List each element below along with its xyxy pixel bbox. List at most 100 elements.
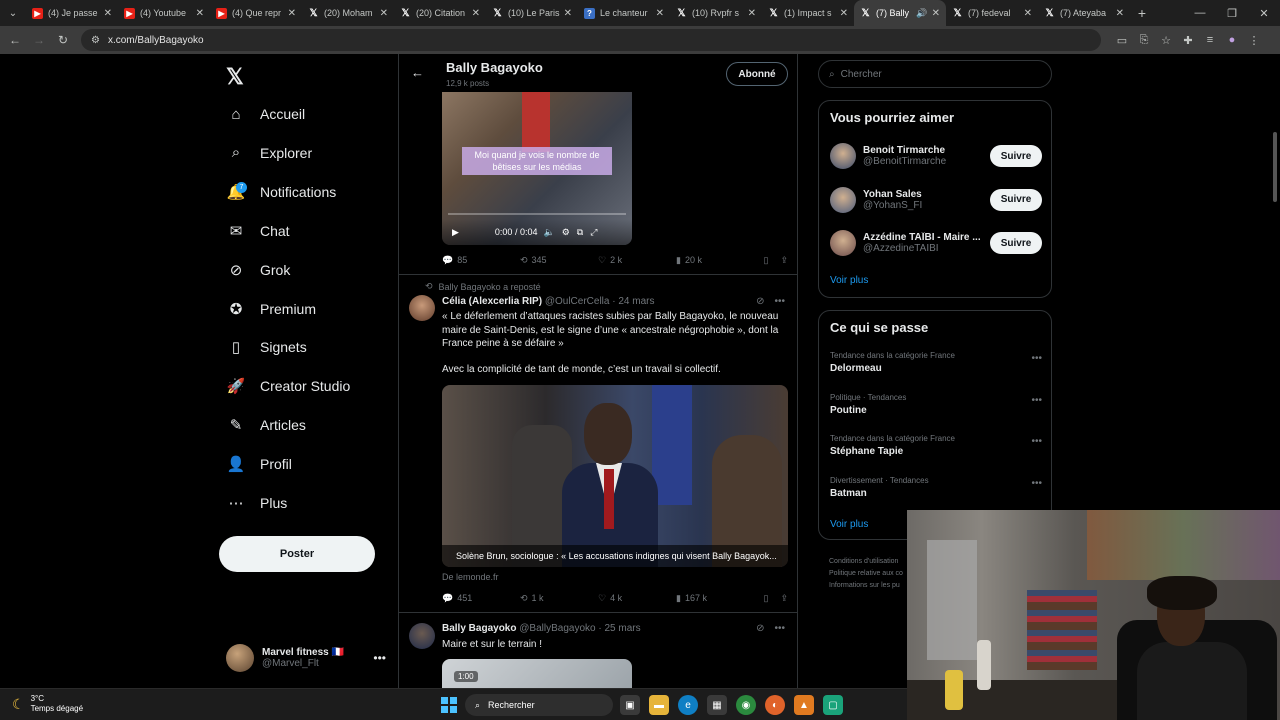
account-switcher[interactable]: Marvel fitness 🇫🇷 @Marvel_Flt ••• xyxy=(226,640,386,676)
fullscreen-icon[interactable]: ⤢ xyxy=(590,227,597,238)
browser-tab[interactable]: ▶ (4) Youtube ✕ xyxy=(118,0,210,26)
trend-item[interactable]: Tendance dans la catégorie France Delorme… xyxy=(830,351,1042,381)
more-icon[interactable]: ••• xyxy=(1031,436,1042,447)
close-tab-icon[interactable]: ✕ xyxy=(564,8,572,19)
volume-icon[interactable]: 🔈 xyxy=(543,227,554,238)
nav-item-profil[interactable]: 👤 Profil xyxy=(226,449,292,479)
trend-item[interactable]: Politique · Tendances Poutine ••• xyxy=(830,393,1042,423)
weather-widget[interactable]: ☾ 3°C Temps dégagé xyxy=(12,694,83,714)
windows-start-icon[interactable] xyxy=(441,697,457,713)
close-tab-icon[interactable]: ✕ xyxy=(472,8,480,19)
chrome-icon[interactable]: ◉ xyxy=(736,695,756,715)
close-tab-icon[interactable]: ✕ xyxy=(288,8,296,19)
close-tab-icon[interactable]: ✕ xyxy=(1116,8,1124,19)
nav-item-grok[interactable]: ⊘ Grok xyxy=(226,255,291,285)
forward-icon[interactable]: → xyxy=(27,26,51,54)
share-icon[interactable]: ⇪ xyxy=(780,255,788,266)
task-view-icon[interactable]: ▣ xyxy=(620,695,640,715)
avatar[interactable] xyxy=(409,295,435,321)
footer-link[interactable]: Politique relative aux co xyxy=(829,568,909,580)
minimize-icon[interactable]: — xyxy=(1184,0,1216,26)
file-explorer-icon[interactable]: ▬ xyxy=(649,695,669,715)
bookmark-icon[interactable]: ▯ xyxy=(764,593,769,604)
search-input[interactable]: ⌕ Chercher xyxy=(818,60,1052,88)
close-tab-icon[interactable]: ✕ xyxy=(1024,8,1032,19)
nav-item-premium[interactable]: ✪ Premium xyxy=(226,294,316,324)
nav-item-plus[interactable]: ⋯ Plus xyxy=(226,488,288,518)
tweet-date[interactable]: · 24 mars xyxy=(612,296,654,307)
footer-link[interactable]: Informations sur les pu xyxy=(829,580,909,592)
grok-icon[interactable]: ⊘ xyxy=(756,296,764,307)
nav-item-articles[interactable]: ✎ Articles xyxy=(226,410,306,440)
browser-tab[interactable]: 𝕏 (20) Citation ✕ xyxy=(394,0,486,26)
trend-item[interactable]: Tendance dans la catégorie France Stéphan… xyxy=(830,434,1042,464)
tab-audio-icon[interactable]: 🔊 xyxy=(916,8,927,19)
browser-tab[interactable]: 𝕏 (10) Rvpfr s ✕ xyxy=(670,0,762,26)
trend-item[interactable]: Divertissement · Tendances Batman ••• xyxy=(830,476,1042,506)
follow-button[interactable]: Suivre xyxy=(990,232,1042,254)
close-tab-icon[interactable]: ✕ xyxy=(196,8,204,19)
star-icon[interactable]: ☆ xyxy=(1155,34,1177,47)
close-tab-icon[interactable]: ✕ xyxy=(932,8,940,19)
browser-tab[interactable]: 𝕏 (7) Ateyaba ✕ xyxy=(1038,0,1130,26)
back-icon[interactable]: ← xyxy=(3,26,27,54)
close-tab-icon[interactable]: ✕ xyxy=(748,8,756,19)
see-more-link[interactable]: Voir plus xyxy=(830,519,868,530)
url-field[interactable]: ⚙ x.com/BallyBagayoko xyxy=(81,29,1101,51)
browser-tab[interactable]: 𝕏 (10) Le Paris ✕ xyxy=(486,0,578,26)
more-icon[interactable]: ••• xyxy=(774,623,785,634)
nav-item-chat[interactable]: ✉ Chat xyxy=(226,216,290,246)
repost-button[interactable]: ⟲ 345 xyxy=(520,255,598,266)
more-icon[interactable]: ••• xyxy=(373,651,386,665)
close-window-icon[interactable]: ✕ xyxy=(1248,0,1280,26)
author-name[interactable]: Bally Bagayoko xyxy=(442,623,516,634)
profile-icon[interactable]: ● xyxy=(1221,34,1243,47)
taskbar-search[interactable]: ⌕ Rechercher xyxy=(465,694,613,716)
more-icon[interactable]: ••• xyxy=(1031,353,1042,364)
firefox-icon[interactable]: ◐ xyxy=(765,695,785,715)
grok-icon[interactable]: ⊘ xyxy=(756,623,764,634)
see-more-link[interactable]: Voir plus xyxy=(830,275,868,286)
tab-search-icon[interactable]: ⌄ xyxy=(0,0,26,26)
footer-link[interactable]: Conditions d'utilisation xyxy=(829,556,909,568)
pip-icon[interactable]: ⧉ xyxy=(577,227,583,238)
more-icon[interactable]: ••• xyxy=(1031,478,1042,489)
follow-button[interactable]: Suivre xyxy=(990,188,1042,211)
close-tab-icon[interactable]: ✕ xyxy=(380,8,388,19)
video-progress[interactable] xyxy=(448,213,626,215)
author-handle[interactable]: @OulCerCella xyxy=(545,296,610,307)
suggestion-item[interactable]: Azzédine TAÏBI - Maire ... @AzzedineTAIBI… xyxy=(830,228,1042,258)
repost-button[interactable]: ⟲ 1 k xyxy=(520,593,598,604)
close-tab-icon[interactable]: ✕ xyxy=(840,8,848,19)
views-button[interactable]: ▮ 20 k xyxy=(676,255,754,266)
media-control-icon[interactable]: ≡ xyxy=(1199,34,1221,47)
author-name[interactable]: Célia (Alexcerlia RIP) xyxy=(442,296,542,307)
vlc-icon[interactable]: ▲ xyxy=(794,695,814,715)
reload-icon[interactable]: ↻ xyxy=(51,26,75,54)
edge-icon[interactable]: e xyxy=(678,695,698,715)
bookmark-icon[interactable]: ▯ xyxy=(764,255,769,266)
menu-icon[interactable]: ⋮ xyxy=(1243,34,1265,47)
views-button[interactable]: ▮ 167 k xyxy=(676,593,754,604)
close-tab-icon[interactable]: ✕ xyxy=(656,8,664,19)
browser-tab[interactable]: 𝕏 (7) fedeval ✕ xyxy=(946,0,1038,26)
close-tab-icon[interactable]: ✕ xyxy=(104,8,112,19)
play-icon[interactable]: ▶ xyxy=(452,227,459,238)
x-logo-icon[interactable]: 𝕏 xyxy=(226,64,244,90)
nav-item-signets[interactable]: ▯ Signets xyxy=(226,332,307,362)
suggestion-item[interactable]: Benoit Tirmarche @BenoitTirmarche Suivre xyxy=(830,141,1042,171)
back-arrow-icon[interactable]: ← xyxy=(411,65,424,80)
store-icon[interactable]: ▦ xyxy=(707,695,727,715)
browser-tab[interactable]: 𝕏 (1) Impact s ✕ xyxy=(762,0,854,26)
like-button[interactable]: ♡ 2 k xyxy=(598,255,676,266)
author-handle[interactable]: @BallyBagayoko xyxy=(519,623,595,634)
avatar[interactable] xyxy=(409,623,435,649)
settings-icon[interactable]: ⚙ xyxy=(562,227,570,238)
tweet-video[interactable]: 1:00 xyxy=(442,659,632,688)
maximize-icon[interactable]: ❐ xyxy=(1216,0,1248,26)
tweet-video[interactable]: Moi quand je vois le nombre de bêtises s… xyxy=(442,92,632,245)
browser-tab[interactable]: ▶ (4) Je passe ✕ xyxy=(26,0,118,26)
tweet-date[interactable]: · 25 mars xyxy=(598,623,640,634)
more-icon[interactable]: ••• xyxy=(774,296,785,307)
more-icon[interactable]: ••• xyxy=(1031,395,1042,406)
